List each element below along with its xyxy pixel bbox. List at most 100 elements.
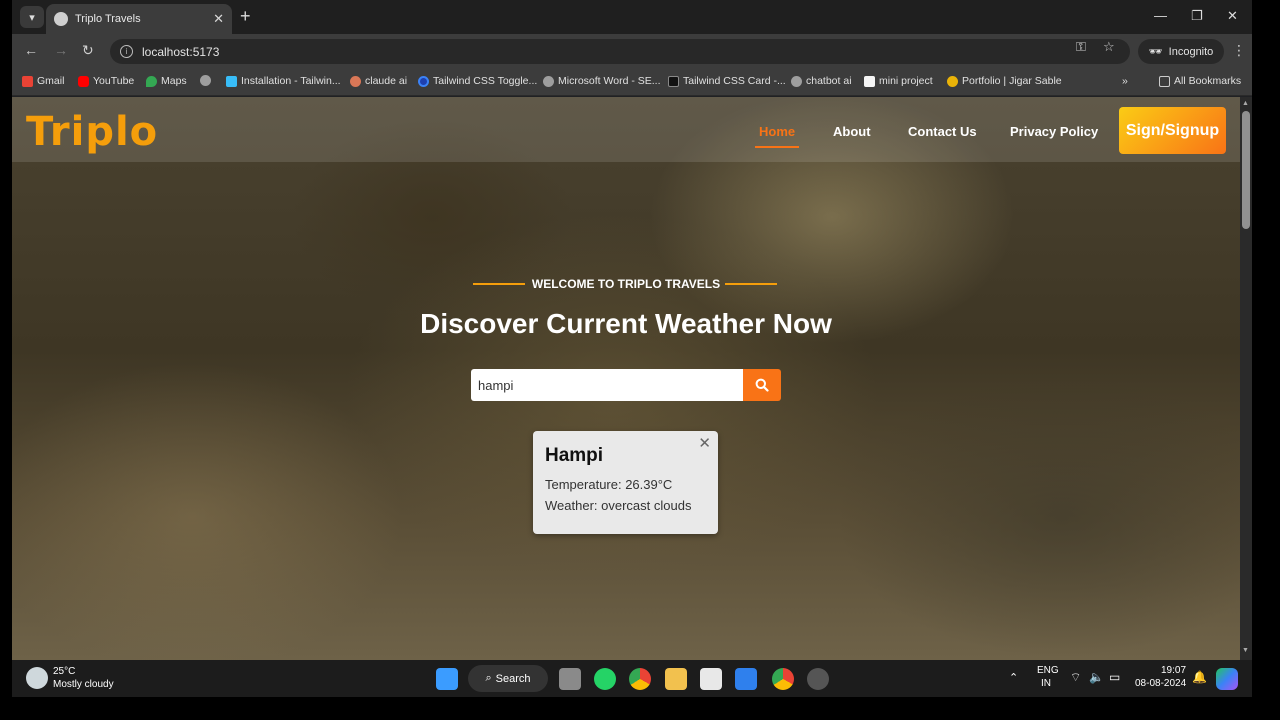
password-key-icon[interactable]: ⚿ bbox=[1076, 39, 1086, 55]
page-headline: Discover Current Weather Now bbox=[420, 308, 832, 339]
bookmarks-bar: Gmail YouTube Maps Installation - Tailwi… bbox=[12, 68, 1252, 96]
bookmark-globe[interactable] bbox=[200, 75, 215, 86]
bookmark-star-icon[interactable]: ☆ bbox=[1103, 39, 1115, 55]
search-icon bbox=[755, 378, 769, 392]
back-button[interactable]: ← bbox=[24, 42, 38, 58]
site-info-icon[interactable]: i bbox=[120, 45, 133, 58]
address-url: localhost:5173 bbox=[142, 44, 220, 59]
bookmark-label: chatbot ai bbox=[806, 75, 852, 87]
lang-primary[interactable]: ENG bbox=[1037, 665, 1059, 676]
tailwind-icon bbox=[226, 75, 237, 87]
app-icon[interactable] bbox=[807, 668, 829, 690]
bookmark-label: Tailwind CSS Toggle... bbox=[433, 75, 538, 87]
tab-favicon-icon bbox=[54, 12, 68, 26]
volume-icon[interactable]: 🔈 bbox=[1089, 670, 1104, 684]
lang-secondary[interactable]: IN bbox=[1041, 678, 1051, 689]
tab-close-icon[interactable]: ✕ bbox=[213, 11, 224, 27]
forward-button[interactable]: → bbox=[54, 42, 68, 58]
taskbar: 25°C Mostly cloudy ⌕ Search ⌃ ENG IN ⌔ 🔈… bbox=[12, 660, 1252, 697]
taskbar-search[interactable]: ⌕ Search bbox=[468, 665, 548, 692]
whatsapp-icon[interactable] bbox=[594, 668, 616, 690]
bookmark-claude[interactable]: claude ai bbox=[350, 75, 407, 87]
clock-time[interactable]: 19:07 bbox=[1161, 665, 1186, 676]
clock-date[interactable]: 08-08-2024 bbox=[1135, 678, 1186, 689]
all-bookmarks-label: All Bookmarks bbox=[1174, 75, 1242, 87]
wifi-icon[interactable]: ⌔ bbox=[1070, 670, 1081, 685]
bookmark-label: Installation - Tailwin... bbox=[241, 75, 341, 87]
tab-strip: ▾ Triplo Travels ✕ + — ❐ ✕ bbox=[12, 0, 1252, 34]
globe-icon bbox=[543, 75, 554, 87]
search-button[interactable] bbox=[743, 369, 781, 401]
gmail-icon bbox=[22, 75, 33, 87]
bookmark-tailwind-install[interactable]: Installation - Tailwin... bbox=[226, 75, 341, 87]
globe-icon bbox=[791, 75, 802, 87]
minimize-button[interactable]: — bbox=[1154, 8, 1167, 23]
notifications-icon[interactable]: 🔔 bbox=[1192, 670, 1207, 684]
bookmarks-overflow-icon[interactable]: » bbox=[1122, 75, 1128, 87]
new-tab-button[interactable]: + bbox=[240, 7, 251, 25]
scroll-down-icon[interactable]: ▼ bbox=[1242, 647, 1249, 654]
restore-button[interactable]: ❐ bbox=[1191, 8, 1203, 24]
project-icon bbox=[864, 75, 875, 87]
window-close-button[interactable]: ✕ bbox=[1227, 8, 1238, 24]
reload-button[interactable]: ↻ bbox=[82, 42, 94, 59]
all-bookmarks[interactable]: All Bookmarks bbox=[1159, 75, 1241, 87]
show-hidden-icons[interactable]: ⌃ bbox=[1009, 671, 1018, 684]
bookmark-label: Portfolio | Jigar Sable bbox=[962, 75, 1062, 87]
vscode-icon[interactable] bbox=[735, 668, 757, 690]
bookmark-label: mini project bbox=[879, 75, 933, 87]
incognito-indicator[interactable]: 🕶 Incognito bbox=[1138, 39, 1224, 64]
bookmark-chatbot[interactable]: chatbot ai bbox=[791, 75, 852, 87]
city-search-input[interactable] bbox=[471, 369, 743, 401]
bookmark-label: Gmail bbox=[37, 75, 65, 87]
screen: ▾ Triplo Travels ✕ + — ❐ ✕ ← → ↻ i local… bbox=[12, 0, 1252, 697]
youtube-icon bbox=[78, 75, 89, 87]
claude-icon bbox=[350, 75, 361, 87]
nav-about[interactable]: About bbox=[833, 124, 871, 139]
chrome-icon[interactable] bbox=[629, 668, 651, 690]
copilot-icon[interactable] bbox=[1216, 668, 1238, 690]
weather-result-card: ✕ Hampi Temperature: 26.39°C Weather: ov… bbox=[533, 431, 718, 534]
bookmark-mini-project[interactable]: mini project bbox=[864, 75, 933, 87]
tab-search-button[interactable]: ▾ bbox=[20, 6, 44, 28]
weather-desc: Mostly cloudy bbox=[53, 679, 114, 690]
windows-start-icon[interactable] bbox=[436, 668, 458, 690]
nav-home[interactable]: Home bbox=[754, 124, 800, 148]
signin-button[interactable]: Sign/Signup bbox=[1119, 107, 1226, 154]
site-logo[interactable]: Triplo bbox=[26, 109, 158, 155]
weather-temperature: Temperature: 26.39°C bbox=[545, 477, 673, 492]
page-scrollbar[interactable]: ▲ ▼ bbox=[1240, 97, 1252, 660]
bookmark-portfolio[interactable]: Portfolio | Jigar Sable bbox=[947, 75, 1062, 87]
taskbar-search-icon: ⌕ bbox=[485, 672, 492, 684]
store-icon[interactable] bbox=[700, 668, 722, 690]
bookmark-tailwind-card[interactable]: Tailwind CSS Card -... bbox=[668, 75, 786, 87]
maps-icon bbox=[146, 75, 157, 87]
bookmark-youtube[interactable]: YouTube bbox=[78, 75, 134, 87]
weather-cloud-icon[interactable] bbox=[26, 667, 48, 689]
bookmark-maps[interactable]: Maps bbox=[146, 75, 187, 87]
chrome-incognito-icon[interactable] bbox=[772, 668, 794, 690]
scroll-up-icon[interactable]: ▲ bbox=[1242, 100, 1249, 107]
address-bar[interactable]: i localhost:5173 bbox=[110, 39, 1130, 64]
scrollbar-thumb[interactable] bbox=[1242, 111, 1250, 229]
incognito-label: Incognito bbox=[1168, 45, 1214, 58]
card-site-icon bbox=[668, 75, 679, 87]
file-explorer-icon[interactable] bbox=[665, 668, 687, 690]
bookmark-label: Microsoft Word - SE... bbox=[558, 75, 661, 87]
bookmark-tailwind-toggle[interactable]: Tailwind CSS Toggle... bbox=[418, 75, 537, 87]
bookmark-word[interactable]: Microsoft Word - SE... bbox=[543, 75, 661, 87]
browser-menu-icon[interactable]: ⋮ bbox=[1232, 42, 1246, 59]
welcome-label: WELCOME TO TRIPLO TRAVELS bbox=[531, 277, 721, 291]
battery-icon[interactable]: ▭ bbox=[1109, 670, 1120, 684]
weather-temp: 25°C bbox=[53, 666, 76, 677]
portfolio-icon bbox=[947, 75, 958, 87]
nav-contact[interactable]: Contact Us bbox=[908, 124, 977, 139]
taskbar-search-label: Search bbox=[495, 672, 531, 685]
browser-tab[interactable]: Triplo Travels ✕ bbox=[46, 4, 232, 34]
task-view-icon[interactable] bbox=[559, 668, 581, 690]
bookmark-gmail[interactable]: Gmail bbox=[22, 75, 64, 87]
globe-icon bbox=[200, 75, 211, 86]
close-card-icon[interactable]: ✕ bbox=[698, 434, 711, 452]
site-navbar: Triplo Home About Contact Us Privacy Pol… bbox=[12, 97, 1240, 162]
nav-privacy[interactable]: Privacy Policy bbox=[1010, 124, 1098, 139]
